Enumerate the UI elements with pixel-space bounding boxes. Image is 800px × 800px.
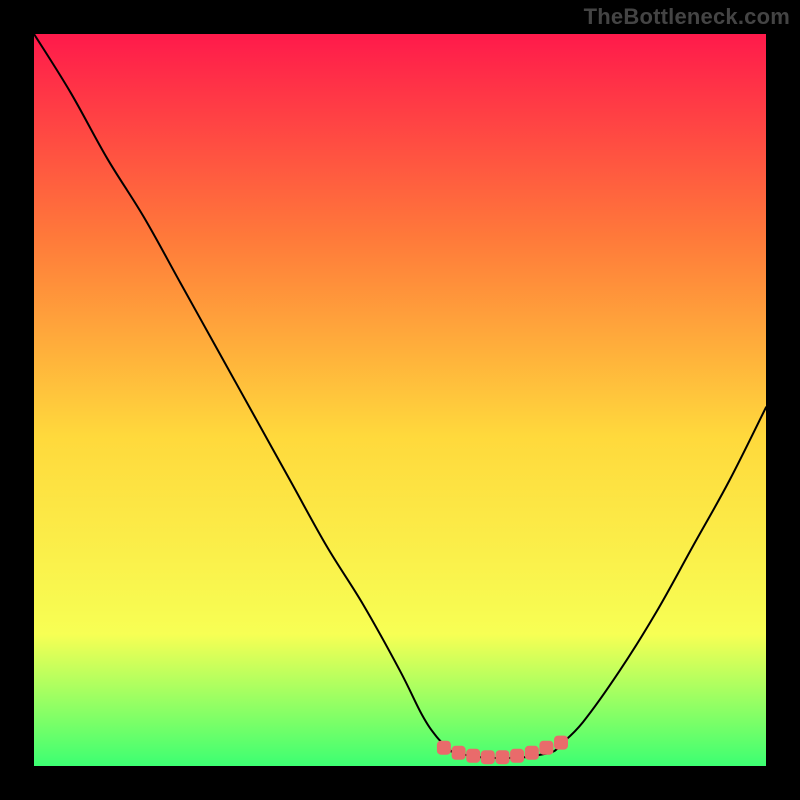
highlight-marker bbox=[525, 746, 539, 760]
highlight-marker bbox=[539, 741, 553, 755]
highlight-marker bbox=[496, 750, 510, 764]
highlight-marker bbox=[510, 749, 524, 763]
highlight-marker bbox=[437, 741, 451, 755]
highlight-marker bbox=[466, 749, 480, 763]
highlight-marker bbox=[554, 736, 568, 750]
chart-frame: TheBottleneck.com bbox=[0, 0, 800, 800]
highlight-marker bbox=[481, 750, 495, 764]
bottleneck-chart bbox=[34, 34, 766, 766]
highlight-marker bbox=[452, 746, 466, 760]
gradient-background bbox=[34, 34, 766, 766]
watermark-text: TheBottleneck.com bbox=[584, 4, 790, 30]
